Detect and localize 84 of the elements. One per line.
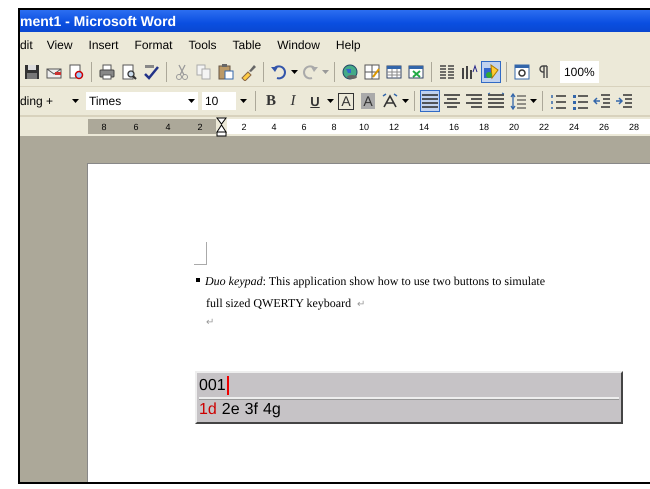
menu-item[interactable]: Tools [188, 38, 225, 52]
font-size-dropdown[interactable]: 10 [202, 92, 250, 110]
menu-item[interactable]: Table [232, 38, 270, 52]
spreadsheet-icon [407, 63, 425, 81]
text-input-field[interactable]: 001 [199, 374, 619, 399]
clipboard-icon [217, 63, 235, 81]
menu-item[interactable]: Window [277, 38, 328, 52]
distribute-icon [487, 92, 505, 110]
bulleted-list-icon [571, 92, 589, 110]
ruler-label: 18 [478, 122, 490, 132]
caret-icon [240, 99, 246, 103]
columns-icon [438, 63, 456, 81]
ruler-label: 10 [358, 122, 370, 132]
copy-icon [195, 63, 213, 81]
menu-item[interactable]: Help [336, 38, 369, 52]
style-dropdown[interactable]: ding + [20, 92, 82, 110]
print-preview-icon [120, 63, 138, 81]
ruler-label: 14 [418, 122, 430, 132]
paragraph-mark: ↵ [357, 298, 366, 310]
ruler-label: 2 [197, 122, 202, 132]
align-right-icon [465, 92, 483, 110]
window-title: ment1 - Microsoft Word [20, 10, 650, 32]
line-spacing-button[interactable] [508, 90, 528, 112]
caret-icon [327, 99, 334, 103]
scissors-icon [173, 63, 191, 81]
ruler-label: 2 [240, 122, 248, 132]
menu-item[interactable]: View [46, 38, 80, 52]
bold-button[interactable]: B [261, 90, 281, 112]
caret-icon [291, 70, 298, 74]
ruler-label: 16 [448, 122, 460, 132]
caret-icon [322, 70, 329, 74]
paintbrush-icon [239, 63, 257, 81]
menu-item[interactable]: Format [134, 38, 181, 52]
magnifier-window-icon [513, 63, 531, 81]
drawing-shapes-button[interactable] [481, 61, 501, 83]
table-grid-icon [385, 63, 403, 81]
ruler-label: 12 [388, 122, 400, 132]
line-spacing-icon [509, 92, 527, 110]
menu-item[interactable]: dit [20, 38, 41, 52]
numbered-list-icon [549, 92, 567, 110]
align-left-icon [421, 92, 439, 110]
drawing-shapes-icon [482, 63, 500, 81]
border-button[interactable]: A [336, 90, 356, 112]
ruler-label: 4 [270, 122, 278, 132]
key-candidate[interactable]: 3f [244, 401, 258, 419]
ruler-label: 24 [568, 122, 580, 132]
menu-item[interactable]: Insert [88, 38, 126, 52]
caret-icon [402, 99, 409, 103]
key-candidate[interactable]: 4g [262, 401, 281, 419]
caret-icon [72, 99, 78, 103]
ruler-label: 8 [330, 122, 338, 132]
key-candidate[interactable]: 2e [222, 401, 240, 419]
text-cursor [226, 376, 229, 395]
paragraph-text: full sized QWERTY keyboard [206, 295, 352, 312]
ruler-label: 22 [538, 122, 550, 132]
ruler-label: 20 [508, 122, 520, 132]
table-pencil-icon [363, 63, 381, 81]
underline-button[interactable]: U [305, 90, 325, 112]
redo-icon [301, 63, 319, 81]
ruler-label: 28 [628, 122, 640, 132]
caret-icon [188, 99, 194, 103]
ruler-label: 26 [598, 122, 610, 132]
ruler-label: 8 [101, 122, 106, 132]
ruler-label: 6 [300, 122, 308, 132]
paragraph-mark: ↵ [206, 317, 214, 328]
bullet-mark [196, 278, 200, 282]
increase-indent-icon [615, 92, 633, 110]
italic-button[interactable]: I [283, 90, 303, 112]
text-effect-icon [381, 92, 399, 110]
decrease-indent-icon [593, 92, 611, 110]
paragraph-text: Duo keypad: This application show how to use two buttons to simulate [205, 273, 546, 290]
align-center-icon [443, 92, 461, 110]
spelling-check-icon [142, 63, 160, 81]
caret-icon [530, 99, 537, 103]
margin-corner-mark [194, 242, 207, 265]
font-dropdown[interactable]: Times [86, 92, 198, 110]
globe-icon [341, 63, 359, 81]
align-left-button[interactable] [420, 90, 440, 112]
chart-bars-icon [460, 63, 478, 81]
ruler-label: 6 [133, 122, 138, 132]
ruler-label: 4 [165, 122, 170, 132]
zoom-field[interactable]: 100% [560, 61, 599, 83]
undo-icon [270, 63, 288, 81]
printer-icon [98, 63, 116, 81]
